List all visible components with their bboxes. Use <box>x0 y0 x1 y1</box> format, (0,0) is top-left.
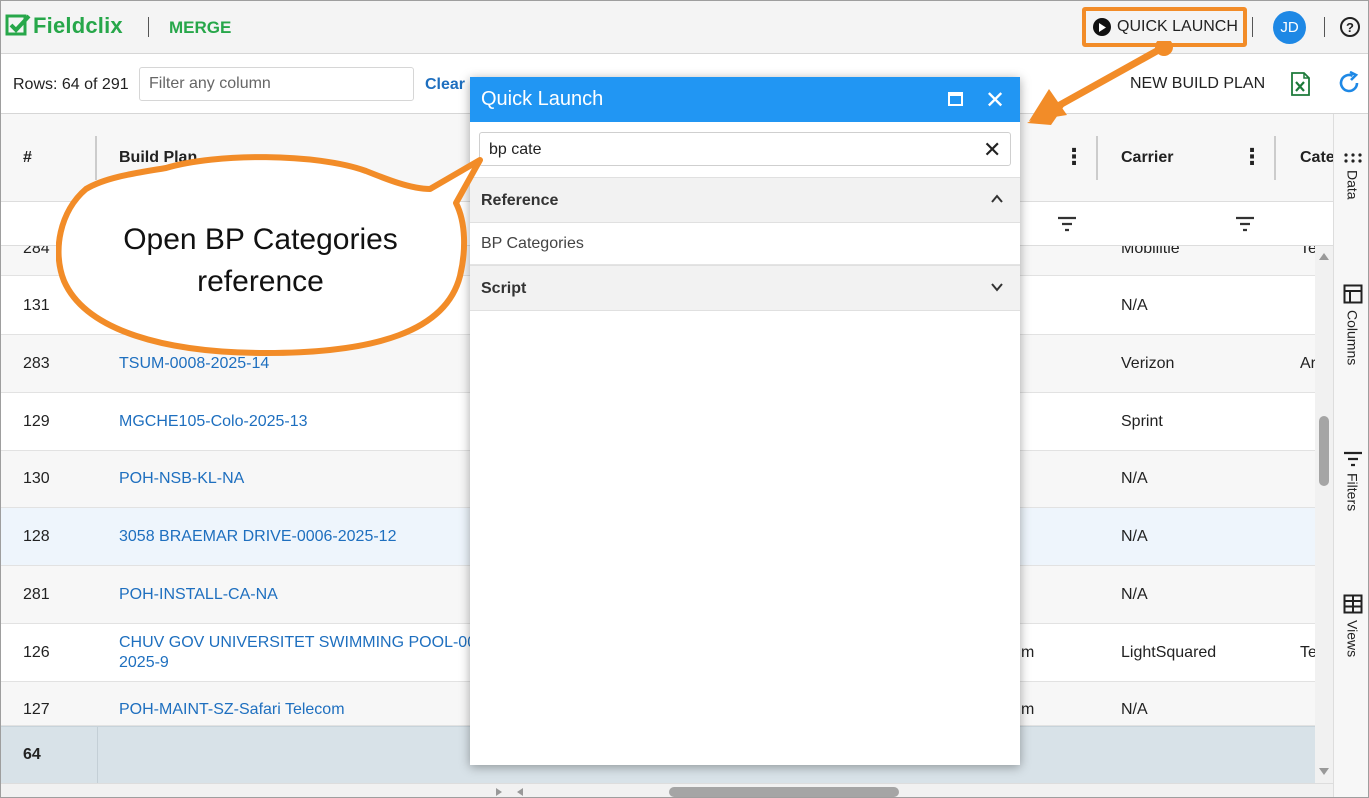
quick-launch-search-input[interactable]: bp cate ✕ <box>479 132 1011 166</box>
divider <box>97 727 98 784</box>
data-icon <box>1343 153 1362 163</box>
quick-launch-dialog: Quick Launch ✕ bp cate ✕ Reference BP Ca… <box>470 77 1020 765</box>
carrier-cell: N/A <box>1121 470 1148 487</box>
build-plan-link[interactable]: MGCHE105-Colo-2025-13 <box>119 412 308 432</box>
build-plan-link[interactable]: POH-MAINT-SZ-Safari Telecom <box>119 700 345 720</box>
clear-filters-link[interactable]: Clear <box>425 76 465 94</box>
callout-line: reference <box>197 265 324 298</box>
category-cell: Te <box>1300 246 1315 257</box>
footer-count: 64 <box>23 746 41 763</box>
build-plan-text: 2025-9 <box>119 654 169 671</box>
horizontal-scrollbar[interactable] <box>1 783 1333 797</box>
section-label: Reference <box>481 192 559 209</box>
chevron-up-icon <box>991 194 1003 203</box>
side-tab-views[interactable]: Views <box>1334 594 1368 658</box>
module-name[interactable]: MERGE <box>169 18 231 38</box>
dialog-title: Quick Launch <box>481 88 604 110</box>
filter-icon[interactable] <box>1235 216 1255 232</box>
row-number: 130 <box>23 470 50 487</box>
side-tab-columns[interactable]: Columns <box>1334 284 1368 366</box>
callout-line: Open BP Categories <box>123 223 398 256</box>
carrier-cell: Sprint <box>1121 413 1163 430</box>
filter-input[interactable] <box>139 67 414 101</box>
row-count: Rows: 64 of 291 <box>13 76 129 93</box>
item-label: BP Categories <box>481 235 584 252</box>
row-number: 284 <box>23 246 50 257</box>
maximize-icon[interactable] <box>948 92 963 106</box>
divider <box>1252 17 1253 37</box>
category-cell: Ar <box>1300 355 1316 372</box>
avatar[interactable]: JD <box>1273 11 1306 44</box>
chevron-down-icon <box>991 283 1003 292</box>
build-plan-link[interactable]: POH-INSTALL-CA-NA <box>119 585 278 605</box>
excel-export-icon[interactable] <box>1289 72 1311 96</box>
side-tab-label: Columns <box>1344 310 1361 366</box>
divider <box>1324 17 1325 37</box>
row-number: 127 <box>23 701 50 718</box>
app-name: Fieldclix <box>33 13 123 38</box>
close-icon[interactable]: ✕ <box>985 86 1005 115</box>
column-separator[interactable] <box>1274 136 1276 180</box>
section-header-reference[interactable]: Reference <box>470 177 1020 223</box>
carrier-cell: Mobilitie <box>1121 246 1180 257</box>
vertical-scrollbar[interactable] <box>1315 246 1333 783</box>
dialog-header: Quick Launch ✕ <box>470 77 1020 122</box>
carrier-cell: N/A <box>1121 701 1148 718</box>
section-header-script[interactable]: Script <box>470 265 1020 311</box>
search-value: bp cate <box>489 141 542 158</box>
carrier-cell: Verizon <box>1121 355 1175 372</box>
side-tab-data[interactable]: Data <box>1334 152 1368 200</box>
clear-search-icon[interactable]: ✕ <box>983 137 1001 163</box>
row-number: 128 <box>23 528 50 545</box>
side-tab-label: Data <box>1344 170 1361 200</box>
quick-launch-item-bp-categories[interactable]: BP Categories <box>470 223 1020 265</box>
column-header-carrier[interactable]: Carrier <box>1121 149 1173 167</box>
row-number: 281 <box>23 586 50 603</box>
scroll-right-icon[interactable] <box>495 787 503 797</box>
app-frame: Fieldclix MERGE QUICK LAUNCH JD ? Rows: … <box>0 0 1369 798</box>
scroll-up-icon[interactable] <box>1318 252 1330 261</box>
fieldclix-check-icon <box>5 14 31 36</box>
divider <box>148 17 149 37</box>
column-menu-icon[interactable]: ⋮ <box>1063 144 1085 170</box>
filter-icon[interactable] <box>1057 216 1077 232</box>
side-tab-filters[interactable]: Filters <box>1334 451 1368 512</box>
cell-text: m <box>1021 644 1035 661</box>
annotation-arrow <box>1027 41 1173 125</box>
refresh-icon[interactable] <box>1337 71 1361 95</box>
carrier-cell: N/A <box>1121 528 1148 545</box>
scroll-down-icon[interactable] <box>1318 767 1330 776</box>
callout-text: Open BP Categories reference <box>63 219 458 303</box>
column-separator[interactable] <box>1096 136 1098 180</box>
side-tab-label: Filters <box>1344 473 1361 512</box>
column-header-number[interactable]: # <box>23 149 32 167</box>
side-tab-label: Views <box>1344 620 1361 658</box>
column-menu-icon[interactable]: ⋮ <box>1241 144 1263 170</box>
scrollbar-thumb[interactable] <box>669 787 899 797</box>
column-header-category[interactable]: Cate <box>1300 149 1335 167</box>
build-plan-link[interactable]: POH-NSB-KL-NA <box>119 469 244 489</box>
build-plan-link[interactable]: CHUV GOV UNIVERSITET SWIMMING POOL-000 20… <box>119 633 485 673</box>
row-number: 129 <box>23 413 50 430</box>
views-icon <box>1343 594 1362 614</box>
cell-text: m <box>1021 701 1035 718</box>
carrier-cell: LightSquared <box>1121 644 1217 661</box>
quick-launch-label: QUICK LAUNCH <box>1117 18 1238 35</box>
section-label: Script <box>481 280 527 297</box>
row-number: 283 <box>23 355 50 372</box>
build-plan-link[interactable]: 3058 BRAEMAR DRIVE-0006-2025-12 <box>119 527 396 547</box>
row-number: 131 <box>23 297 50 314</box>
row-number: 126 <box>23 644 50 661</box>
app-logo[interactable]: Fieldclix <box>5 13 123 39</box>
scroll-left-icon[interactable] <box>516 787 524 797</box>
carrier-cell: N/A <box>1121 297 1148 314</box>
columns-icon <box>1343 284 1362 304</box>
side-panel: Data Columns Filters Views <box>1333 114 1368 797</box>
build-plan-text: CHUV GOV UNIVERSITET SWIMMING POOL-000 <box>119 634 485 651</box>
filter-icon <box>1343 451 1362 467</box>
carrier-cell: N/A <box>1121 586 1148 603</box>
play-icon <box>1093 18 1111 36</box>
scrollbar-thumb[interactable] <box>1319 416 1329 486</box>
help-icon[interactable]: ? <box>1340 17 1360 37</box>
